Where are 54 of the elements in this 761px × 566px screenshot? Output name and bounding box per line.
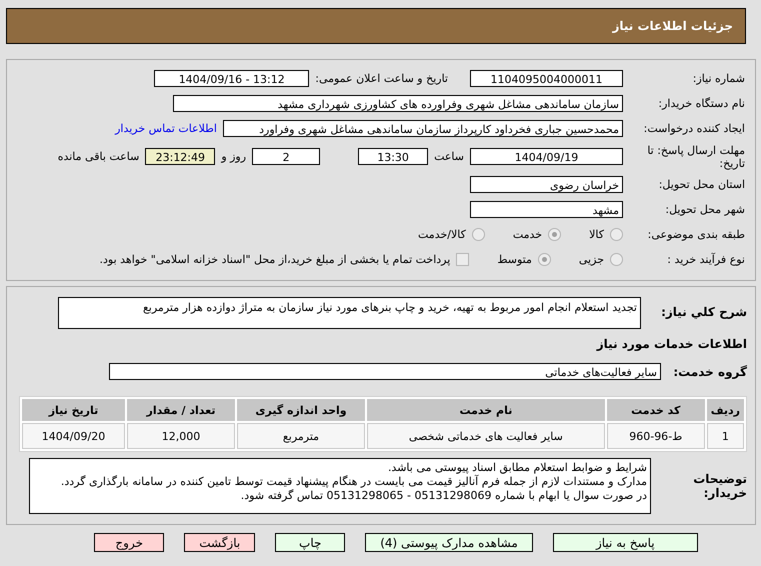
column-header: کد خدمت xyxy=(606,399,705,421)
field-label: ایجاد کننده درخواست: xyxy=(642,122,745,135)
days-field: 2 xyxy=(252,148,320,165)
table-cell: 1404/09/20 xyxy=(22,423,125,449)
action-button[interactable]: چاپ xyxy=(275,533,346,552)
checkbox[interactable] xyxy=(456,253,470,266)
radio-label: جزیی xyxy=(578,253,604,266)
radio-label: کالا/خدمت xyxy=(418,228,466,241)
countdown-field: 23:12:49 xyxy=(145,148,216,165)
action-button[interactable]: خروج xyxy=(94,533,164,552)
section-title: اطلاعات خدمات مورد نياز xyxy=(595,337,747,351)
field-label: شماره نیاز: xyxy=(692,72,745,85)
table-cell: مترمربع xyxy=(237,423,365,449)
page-title: جزئیات اطلاعات نیاز xyxy=(612,19,733,33)
date-field: 1404/09/19 xyxy=(470,148,623,165)
service-group-field: سایر فعالیت‌های خدماتی xyxy=(109,363,661,380)
radio-label: خدمت xyxy=(512,228,542,241)
column-header: ردیف xyxy=(706,399,744,421)
field-label: استان محل تحویل: xyxy=(658,178,745,191)
time-label: ساعت xyxy=(434,150,464,163)
field-label: نام دستگاه خریدار: xyxy=(657,97,745,110)
action-button[interactable]: پاسخ به نیاز xyxy=(552,533,698,552)
table-cell: ط-96-960 xyxy=(606,423,705,449)
radio-button[interactable] xyxy=(610,253,623,266)
radio-button[interactable] xyxy=(472,228,485,241)
remaining-label: ساعت باقی مانده xyxy=(58,150,140,163)
column-header: تاریخ نیاز xyxy=(22,399,125,421)
time-field: 13:30 xyxy=(358,148,428,165)
payment-label: پرداخت تمام یا بخشی از مبلغ خرید،از محل "اسناد خزانه اسلامی" خواهد بود. xyxy=(100,253,450,266)
field-label: گروه خدمت: xyxy=(672,364,747,378)
column-header: تعداد / مقدار xyxy=(127,399,235,421)
notes-field: شرایط و ضوابط استعلام مطابق اسناد پیوستی می باشد. مدارک و مستندات لازم از جمله فرم آنالیز قیمت می بایست در هنگام پیشنهاد قیمت توسط تامین کننده در سامانه بارگذاری گردد. در صورت سوال یا ابهام با شماره 05131298069 - 05131298065 تماس گرفته شود. xyxy=(29,458,651,514)
column-header: واحد اندازه گیری xyxy=(237,399,365,421)
radio-button[interactable] xyxy=(610,228,623,241)
days-label: روز و xyxy=(221,150,246,163)
field-label: توضیحات خریدار: xyxy=(692,472,747,500)
field-label: شهر محل تحویل: xyxy=(664,203,745,216)
description-field: تجدید استعلام انجام امور مربوط به تهیه، خرید و چاپ بنرهای مورد نیاز سازمان به متراژ دوازده هزار مترمربع xyxy=(58,297,641,329)
field-label: شرح کلي نياز: xyxy=(660,305,747,319)
field-label: تاریخ و ساعت اعلان عمومی: xyxy=(315,72,448,85)
radio-label: متوسط xyxy=(497,253,532,266)
action-button[interactable]: بازگشت xyxy=(184,533,256,552)
field-label: نوع فرآیند خرید : xyxy=(666,253,745,266)
column-header: نام خدمت xyxy=(367,399,605,421)
table-cell: سایر فعالیت های خدماتی شخصی xyxy=(367,423,605,449)
radio-label: کالا xyxy=(589,228,604,241)
field-label: مهلت ارسال پاسخ: تا تاریخ: xyxy=(646,144,745,170)
action-button[interactable]: مشاهده مدارک پیوستی (4) xyxy=(365,533,533,552)
contact-link[interactable]: اطلاعات تماس خریدار xyxy=(115,122,217,135)
radio-button[interactable] xyxy=(538,253,551,266)
field-label: طبقه بندی موضوعی: xyxy=(646,228,745,241)
radio-button[interactable] xyxy=(548,228,562,241)
table-cell: 1 xyxy=(706,423,744,449)
table-cell: 12,000 xyxy=(127,423,235,449)
